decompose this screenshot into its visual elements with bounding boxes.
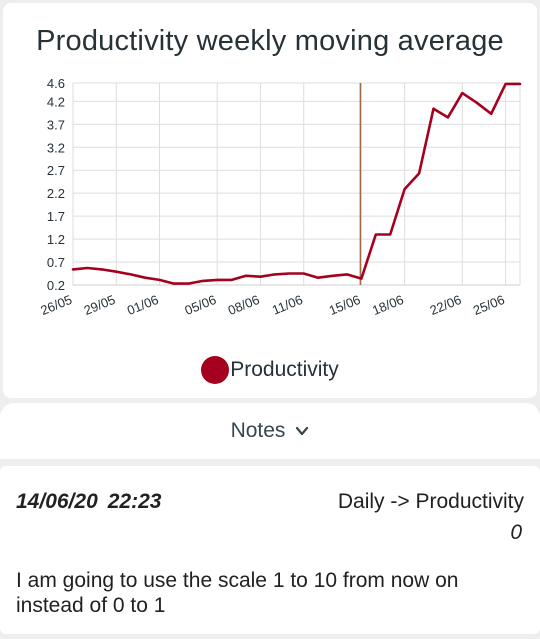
y-tick-label: 3.7 xyxy=(47,117,65,132)
note-card[interactable]: 14/06/20 22:23 Daily -> Productivity 0 I … xyxy=(0,466,540,634)
legend-swatch xyxy=(201,356,230,384)
note-datetime: 14/06/20 22:23 xyxy=(16,490,161,514)
note-value: 0 xyxy=(510,521,522,544)
y-tick-label: 0.2 xyxy=(47,278,65,293)
y-tick-label: 4.6 xyxy=(47,76,65,91)
chevron-down-icon xyxy=(296,426,309,436)
notes-label: Notes xyxy=(230,419,286,442)
chart-card: Productivity weekly moving average 0.2 0.… xyxy=(3,3,537,398)
y-tick-label: 1.2 xyxy=(47,232,65,247)
x-tick-label: 01/06 xyxy=(125,292,161,318)
x-tick-label: 26/05 xyxy=(38,292,74,318)
y-tick-label: 0.7 xyxy=(47,255,65,270)
note-text: I am going to use the scale 1 to 10 from… xyxy=(16,569,459,617)
x-tick-label: 25/06 xyxy=(471,292,507,318)
x-tick-label: 08/06 xyxy=(226,292,262,318)
notes-toggle[interactable]: Notes xyxy=(0,403,540,459)
y-tick-label: 3.2 xyxy=(47,140,65,155)
x-tick-label: 05/06 xyxy=(183,292,219,318)
x-tick-label: 18/06 xyxy=(370,292,406,318)
note-time: 22:23 xyxy=(107,490,162,513)
chart-legend[interactable]: Productivity xyxy=(3,356,537,384)
x-tick-label: 11/06 xyxy=(270,292,305,318)
y-tick-label: 2.7 xyxy=(47,163,65,178)
series-line-productivity xyxy=(71,82,522,285)
note-category: Daily -> Productivity xyxy=(337,490,524,513)
y-tick-label: 2.2 xyxy=(47,186,65,201)
y-tick-label: 1.7 xyxy=(47,209,65,224)
legend-label-productivity: Productivity xyxy=(230,358,339,381)
note-date: 14/06/20 xyxy=(16,490,98,513)
x-tick-label: 15/06 xyxy=(327,292,363,318)
y-tick-label: 4.2 xyxy=(47,94,65,109)
line-chart: 0.2 0.7 1.2 1.7 2.2 2.7 3.2 3.7 4.2 4.6 26/05 29/05… xyxy=(38,76,522,318)
x-tick-label: 29/05 xyxy=(82,292,118,318)
x-tick-label: 22/06 xyxy=(428,292,464,318)
